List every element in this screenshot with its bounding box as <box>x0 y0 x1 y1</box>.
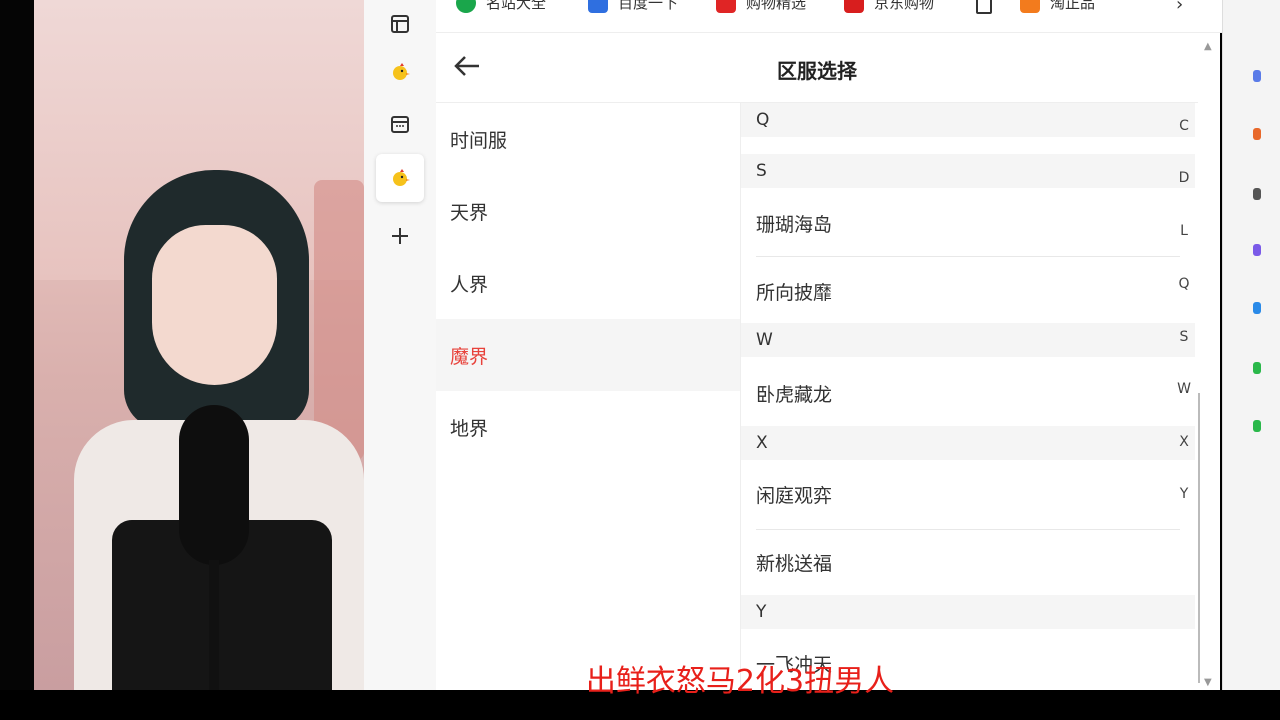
category-item-heaven[interactable]: 天界 <box>436 175 740 247</box>
letter-header: Y <box>741 595 1195 629</box>
category-item-time[interactable]: 时间服 <box>436 103 740 175</box>
webcam-video <box>34 0 364 690</box>
jd-icon <box>844 0 864 13</box>
shopping-icon <box>716 0 736 13</box>
app-icon[interactable] <box>1253 420 1261 432</box>
server-item[interactable]: 珊瑚海岛 <box>756 190 1180 256</box>
bookmark-label: 淘正品 <box>1050 0 1096 12</box>
index-letter[interactable]: X <box>1172 434 1196 450</box>
browser-sidebar <box>364 0 437 690</box>
index-letter[interactable]: Y <box>1172 486 1196 502</box>
bookmark-item[interactable]: 百度一下 <box>588 0 678 13</box>
category-item-demon[interactable]: 魔界 <box>436 319 740 391</box>
document-icon <box>976 0 992 14</box>
taobao-icon <box>1020 0 1040 13</box>
server-select-page: 区服选择 时间服 天界 人界 魔界 地界 Q S 珊瑚海岛 所向披靡 W 卧虎藏… <box>436 33 1199 690</box>
baidu-paw-icon <box>588 0 608 13</box>
bookmark-item[interactable] <box>976 0 1002 14</box>
server-item[interactable]: 新桃送福 <box>756 529 1180 595</box>
bookmark-item[interactable]: 淘正品 <box>1020 0 1095 13</box>
letter-header: X <box>741 426 1195 460</box>
left-border <box>0 0 34 690</box>
index-letter[interactable]: L <box>1172 223 1196 239</box>
bookmark-label: 百度一下 <box>618 0 679 12</box>
bookmarks-bar: 名站大全 百度一下 购物精选 京东购物 淘正品 › <box>436 0 1222 33</box>
index-letter[interactable]: S <box>1172 329 1196 345</box>
app-icon[interactable] <box>1253 70 1261 82</box>
category-list: 时间服 天界 人界 魔界 地界 <box>436 103 740 690</box>
caption-text: 出鲜衣怒马2化3扭男人 <box>585 664 895 699</box>
letter-header: W <box>741 323 1195 357</box>
app-icon[interactable] <box>1253 362 1261 374</box>
calendar-icon[interactable] <box>376 100 424 148</box>
index-letter[interactable]: C <box>1172 118 1196 134</box>
scrollbar-thumb[interactable] <box>1198 393 1200 683</box>
app-icon[interactable] <box>1253 244 1261 256</box>
server-list: Q S 珊瑚海岛 所向披靡 W 卧虎藏龙 X 闲庭观弈 新桃送福 Y 一飞冲天 <box>740 103 1199 690</box>
index-letter[interactable]: Q <box>1172 276 1196 292</box>
screen: 名站大全 百度一下 购物精选 京东购物 淘正品 › 区服选择 时间服 天界 人界… <box>0 0 1280 720</box>
bookmark-item[interactable]: 购物精选 <box>716 0 806 13</box>
index-letter[interactable]: D <box>1172 170 1196 186</box>
bookmark-label: 名站大全 <box>486 0 547 12</box>
server-item[interactable]: 卧虎藏龙 <box>756 360 1180 426</box>
letter-header: Q <box>741 103 1195 137</box>
letter-header: S <box>741 154 1195 188</box>
app-icon[interactable] <box>1253 302 1261 314</box>
category-item-human[interactable]: 人界 <box>436 247 740 319</box>
bookmark-green-icon <box>456 0 476 13</box>
app-icon[interactable] <box>1253 188 1261 200</box>
bookmark-label: 购物精选 <box>746 0 807 12</box>
add-icon[interactable] <box>376 212 424 260</box>
index-letter[interactable]: W <box>1172 381 1196 397</box>
bookmark-item[interactable]: 名站大全 <box>456 0 546 13</box>
game-chick-icon[interactable] <box>376 48 424 96</box>
scrollbar[interactable]: ▲ ▼ <box>1198 33 1220 690</box>
page-title: 区服选择 <box>777 59 857 83</box>
divider <box>756 256 1180 257</box>
bookmark-label: 京东购物 <box>874 0 935 12</box>
scroll-up-icon[interactable]: ▲ <box>1204 41 1212 52</box>
tabs-icon[interactable] <box>376 0 424 48</box>
chevron-right-icon[interactable]: › <box>1176 0 1183 15</box>
game-chick-active-icon[interactable] <box>376 154 424 202</box>
category-item-earth[interactable]: 地界 <box>436 391 740 463</box>
server-item[interactable]: 闲庭观弈 <box>756 461 1180 527</box>
server-item[interactable]: 所向披靡 <box>756 258 1180 324</box>
right-app-bar <box>1222 0 1280 690</box>
app-icon[interactable] <box>1253 128 1261 140</box>
bookmark-item[interactable]: 京东购物 <box>844 0 934 13</box>
